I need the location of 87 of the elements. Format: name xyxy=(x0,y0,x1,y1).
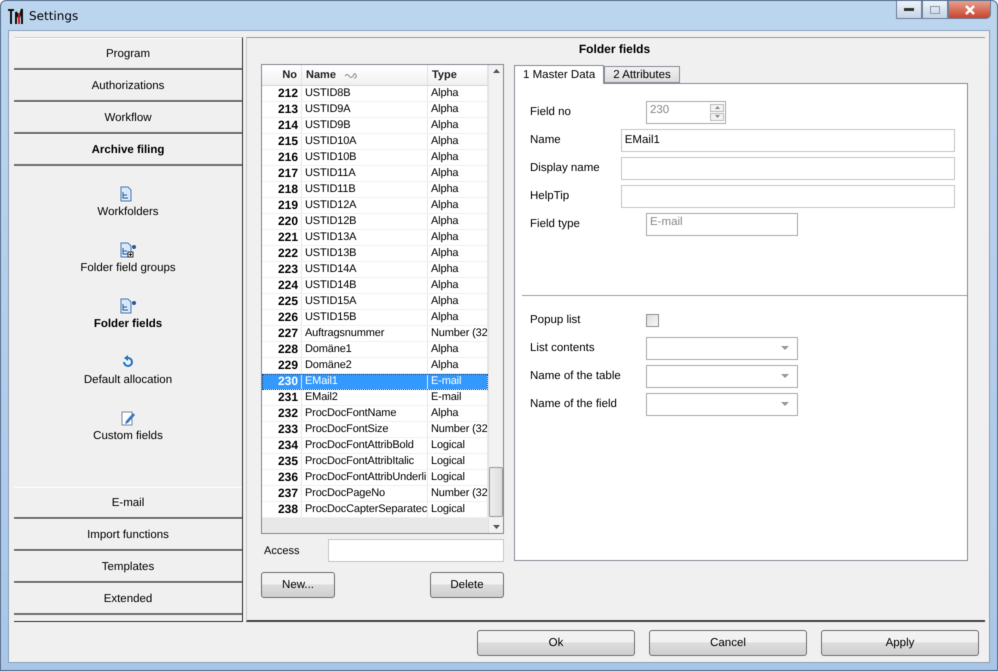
field-label: Field no xyxy=(530,106,572,118)
tab[interactable]: 2 Attributes xyxy=(604,66,680,83)
close-button[interactable] xyxy=(948,1,991,19)
access-label: Access xyxy=(263,544,300,556)
cancel-button[interactable]: Cancel xyxy=(649,630,807,656)
table-row[interactable]: 222 USTID13B Alpha xyxy=(262,246,488,262)
text-field[interactable]: EMail1 xyxy=(620,128,955,152)
sidebar-group-button[interactable]: Program xyxy=(14,38,242,70)
checkbox[interactable] xyxy=(646,314,659,326)
sidebar-item[interactable]: Folder fields xyxy=(94,298,162,354)
table-row[interactable]: 234 ProcDocFontAttribBold Logical xyxy=(262,438,488,454)
table-row[interactable]: 225 USTID15A Alpha xyxy=(262,294,488,310)
field-label: HelpTip xyxy=(530,190,570,202)
notepad-pencil-icon xyxy=(120,410,136,426)
table-row[interactable]: 215 USTID10A Alpha xyxy=(262,134,488,150)
table-row[interactable]: 233 ProcDocFontSize Number (32 xyxy=(262,422,488,438)
table-row[interactable]: 236 ProcDocFontAttribUnderli Logical xyxy=(262,470,488,486)
window-title: Settings xyxy=(29,8,80,22)
sidebar-item[interactable]: Workfolders xyxy=(97,186,159,242)
text-field[interactable] xyxy=(620,184,955,208)
table-row[interactable]: 224 USTID14B Alpha xyxy=(262,278,488,294)
table-row[interactable]: 237 ProcDocPageNo Number (32 xyxy=(262,486,488,502)
table-row[interactable]: 212 USTID8B Alpha xyxy=(262,86,488,102)
field-label: Name of the field xyxy=(530,398,618,410)
sidebar-item[interactable]: Custom fields xyxy=(93,410,163,466)
panel-title: Folder fields xyxy=(578,41,652,58)
table-row[interactable]: 221 USTID13A Alpha xyxy=(262,230,488,246)
table-row[interactable]: 223 USTID14A Alpha xyxy=(262,262,488,278)
field-label: Display name xyxy=(530,162,601,174)
dropdown-arrow-icon xyxy=(781,346,789,350)
delete-button[interactable]: Delete xyxy=(430,572,504,598)
table-row[interactable]: 219 USTID12A Alpha xyxy=(262,198,488,214)
field-label: Name xyxy=(530,134,562,146)
access-field[interactable] xyxy=(328,539,504,562)
minimize-icon xyxy=(904,8,914,12)
minimize-button[interactable] xyxy=(896,1,922,19)
sidebar-group-button[interactable]: E-mail xyxy=(14,487,242,519)
sidebar-group-button[interactable]: Authorizations xyxy=(14,70,242,102)
ok-button[interactable]: Ok xyxy=(477,630,635,656)
dropdown[interactable] xyxy=(646,392,798,416)
tab[interactable]: 1 Master Data xyxy=(514,65,604,84)
table-row[interactable]: 213 USTID9A Alpha xyxy=(262,102,488,118)
maximize-icon xyxy=(930,6,940,14)
sidebar-group-button[interactable]: Extended xyxy=(14,583,242,615)
sidebar-group-button[interactable]: Import functions xyxy=(14,519,242,551)
table-row[interactable]: 220 USTID12B Alpha xyxy=(262,214,488,230)
scroll-down-icon xyxy=(492,525,500,529)
text-field[interactable] xyxy=(620,156,955,180)
field-label: List contents xyxy=(530,342,596,354)
table-row[interactable]: 235 ProcDocFontAttribItalic Logical xyxy=(262,454,488,470)
table-row[interactable]: 238 ProcDocCapterSeparatec Logical xyxy=(262,502,488,518)
sidebar-item[interactable]: Default allocation xyxy=(84,354,172,410)
column-header[interactable]: No xyxy=(262,65,302,86)
table-row[interactable]: 218 USTID11B Alpha xyxy=(262,182,488,198)
table-row[interactable]: 232 ProcDocFontName Alpha xyxy=(262,406,488,422)
table-row[interactable]: 214 USTID9B Alpha xyxy=(262,118,488,134)
apply-button[interactable]: Apply xyxy=(821,630,979,656)
sidebar-group-button[interactable]: Templates xyxy=(14,551,242,583)
dropdown-arrow-icon xyxy=(781,402,789,406)
table-row[interactable]: 229 Domäne2 Alpha xyxy=(262,358,488,374)
scrollbar[interactable] xyxy=(488,65,503,533)
sidebar-item[interactable]: Folder field groups xyxy=(80,242,176,298)
dropdown[interactable] xyxy=(646,364,798,388)
app-logo-icon xyxy=(7,6,23,24)
horizontal-scrollbar[interactable] xyxy=(262,518,488,533)
table-row[interactable]: 228 Domäne1 Alpha xyxy=(262,342,488,358)
maximize-button[interactable] xyxy=(922,1,948,19)
field-label: Field type xyxy=(530,218,581,230)
table-row[interactable]: 226 USTID15B Alpha xyxy=(262,310,488,326)
table-row[interactable]: 216 USTID10B Alpha xyxy=(262,150,488,166)
close-icon xyxy=(964,4,976,14)
document-plus-icon xyxy=(119,242,137,258)
table-row[interactable]: 227 Auftragsnummer Number (32 xyxy=(262,326,488,342)
field-label: Popup list xyxy=(530,314,582,326)
new-button[interactable]: New... xyxy=(261,572,335,598)
document-pen-icon xyxy=(119,298,137,314)
field-label: Name of the table xyxy=(530,370,622,382)
sort-icon xyxy=(344,71,358,80)
scroll-up-icon xyxy=(492,69,500,73)
table-row[interactable]: 217 USTID11A Alpha xyxy=(262,166,488,182)
table-row[interactable]: 231 EMail2 E-mail xyxy=(262,390,488,406)
dropdown-arrow-icon xyxy=(781,374,789,378)
column-header[interactable]: Name xyxy=(302,65,428,86)
dropdown[interactable] xyxy=(646,336,798,360)
sidebar-group-button[interactable]: Archive filing xyxy=(14,134,242,166)
sidebar-group-button[interactable]: Workflow xyxy=(14,102,242,134)
scrollbar-thumb[interactable] xyxy=(489,467,503,517)
